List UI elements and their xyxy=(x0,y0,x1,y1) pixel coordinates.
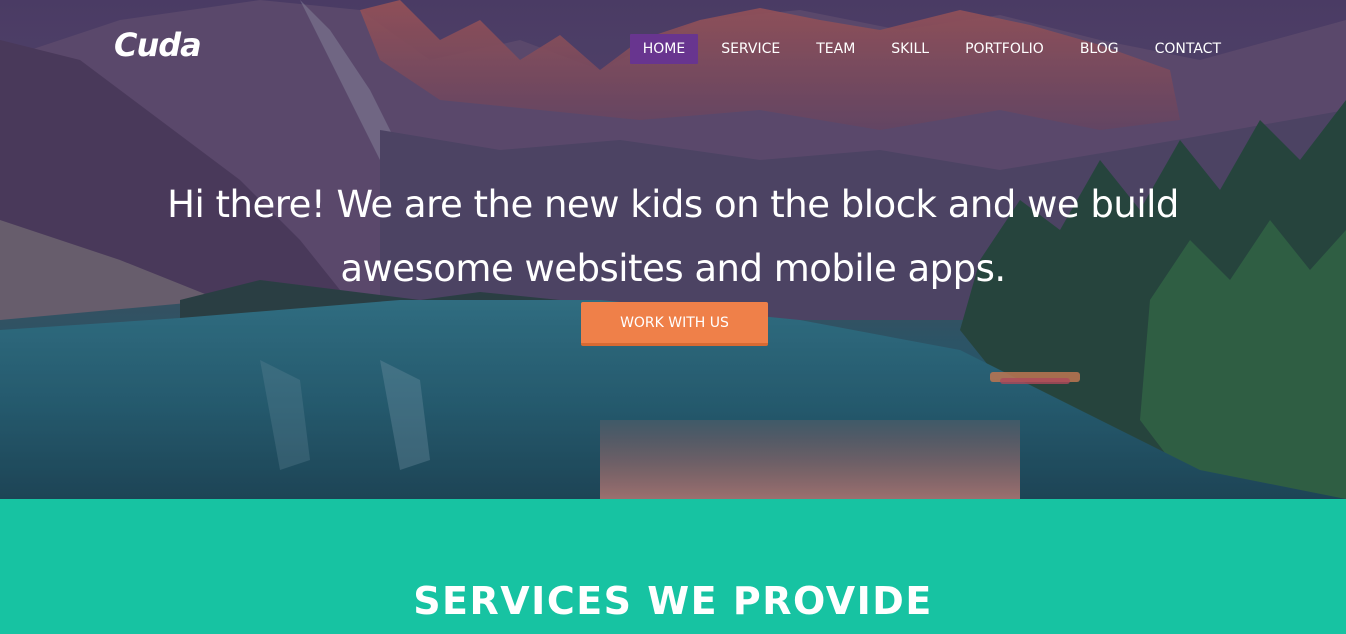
services-title: SERVICES WE PROVIDE xyxy=(413,579,933,623)
nav-item-blog[interactable]: BLOG xyxy=(1067,34,1132,64)
nav-item-portfolio[interactable]: PORTFOLIO xyxy=(952,34,1057,64)
hero-headline-line1: Hi there! We are the new kids on the blo… xyxy=(167,182,1179,226)
nav-item-team[interactable]: TEAM xyxy=(803,34,868,64)
brand-logo[interactable]: Cuda xyxy=(114,26,202,64)
main-nav: HOME SERVICE TEAM SKILL PORTFOLIO BLOG C… xyxy=(620,34,1234,64)
hero-headline: Hi there! We are the new kids on the blo… xyxy=(0,173,1346,301)
nav-item-home[interactable]: HOME xyxy=(629,34,699,64)
nav-item-service[interactable]: SERVICE xyxy=(708,34,793,64)
services-section: SERVICES WE PROVIDE xyxy=(0,499,1346,634)
nav-item-contact[interactable]: CONTACT xyxy=(1142,34,1234,64)
hero-headline-line2: awesome websites and mobile apps. xyxy=(340,246,1006,290)
page: Cuda HOME SERVICE TEAM SKILL PORTFOLIO B… xyxy=(0,0,1346,634)
work-with-us-button[interactable]: WORK WITH US xyxy=(581,302,768,346)
nav-item-skill[interactable]: SKILL xyxy=(878,34,942,64)
hero-section: Cuda HOME SERVICE TEAM SKILL PORTFOLIO B… xyxy=(0,0,1346,499)
